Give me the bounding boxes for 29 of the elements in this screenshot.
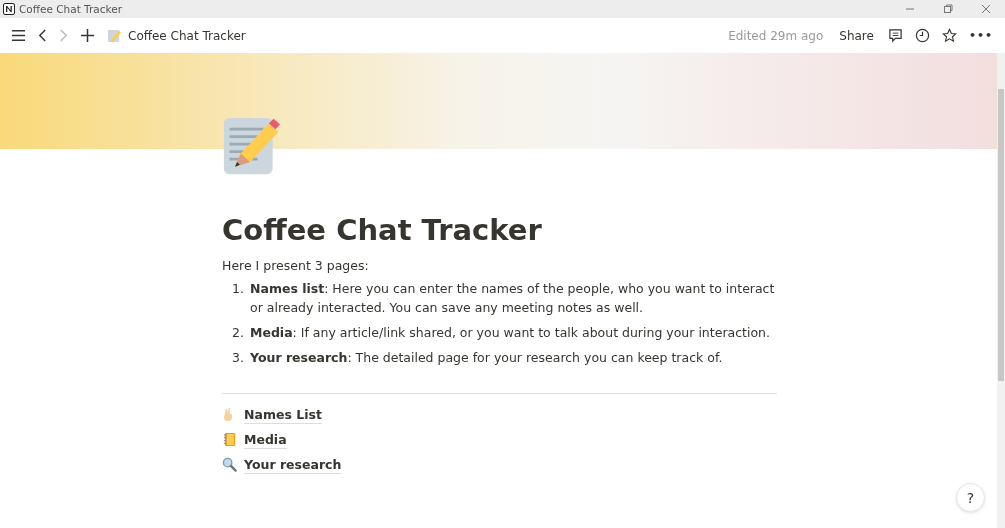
star-icon[interactable] (941, 28, 957, 43)
intro-text: Here I present 3 pages: (222, 258, 370, 273)
help-button[interactable]: ? (956, 483, 985, 512)
list-number: 2. (231, 324, 244, 342)
list-item-text: Media: If any article/link shared, or you want to talk about during your interaction. (249, 324, 770, 342)
app-logo-icon (3, 3, 15, 15)
page-link[interactable]: Your research (244, 455, 342, 474)
list-number: 3. (231, 349, 244, 367)
magnifier-icon (222, 457, 237, 472)
add-icon[interactable] (80, 28, 95, 43)
list-item-text: Names list: Here you can enter the names of the people, who you want to interact or already interacted. You can save any meeting notes as well. (249, 280, 776, 317)
more-button[interactable]: ••• (968, 29, 993, 42)
page-title: Coffee Chat Tracker (222, 212, 543, 248)
clock-icon[interactable] (914, 28, 930, 43)
comment-icon[interactable] (887, 28, 903, 43)
window-title: Coffee Chat Tracker (19, 3, 122, 15)
share-button[interactable]: Share (835, 26, 878, 45)
list-item-text: Your research: The detailed page for your research you can keep track of. (249, 349, 723, 367)
menu-icon[interactable] (11, 28, 26, 43)
restore-icon[interactable] (943, 4, 953, 14)
page-link[interactable]: Names List (244, 405, 322, 424)
breadcrumb[interactable]: Coffee Chat Tracker (128, 28, 246, 43)
edited-time: Edited 29m ago (728, 28, 824, 43)
page-link[interactable]: Media (244, 430, 287, 449)
notebook-icon (222, 432, 237, 447)
list-number: 1. (231, 280, 244, 298)
back-icon[interactable] (38, 28, 47, 43)
close-icon[interactable] (981, 4, 991, 14)
memo-icon (107, 28, 122, 43)
